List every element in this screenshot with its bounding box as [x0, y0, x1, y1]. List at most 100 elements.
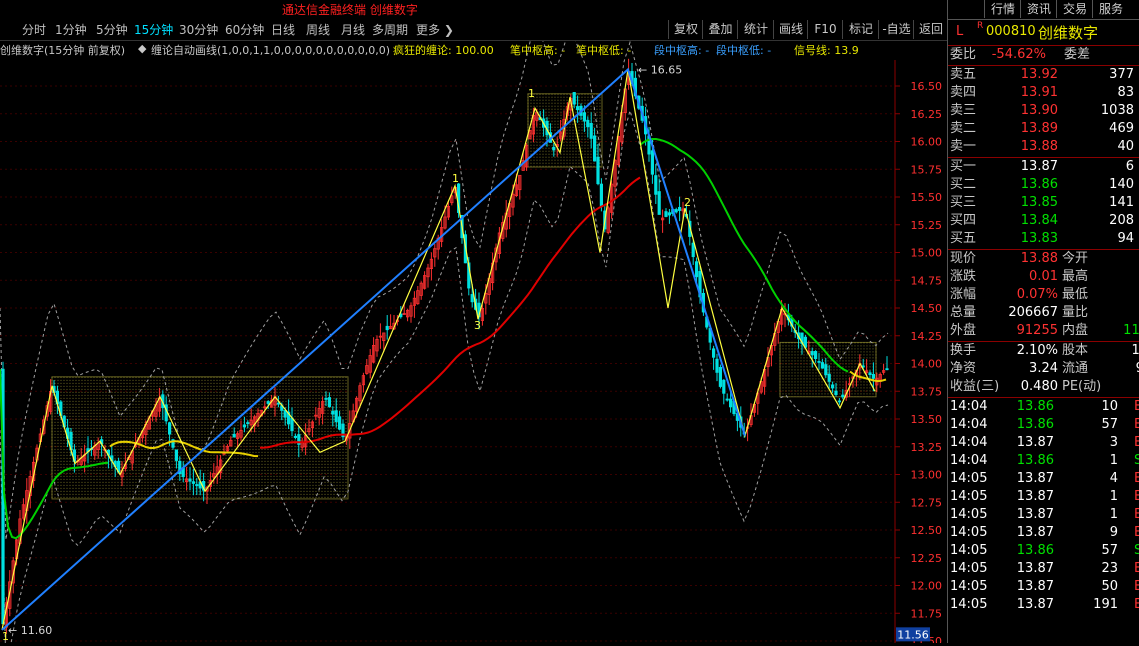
quote-nav-2[interactable]: 交易 [1056, 0, 1093, 18]
quote-nav-3[interactable]: 服务 [1092, 0, 1129, 18]
period-tab[interactable]: 15分钟 [134, 21, 173, 40]
period-tab[interactable]: 月线 [341, 21, 365, 40]
candle-body [167, 422, 172, 435]
sell-level: 卖三 13.90 1038 [948, 102, 1139, 120]
bi-stroke-line [1, 69, 876, 631]
stat-label-2: 量比 [1062, 305, 1089, 320]
candle-body [814, 351, 818, 360]
buy-price: 13.83 [1020, 231, 1058, 246]
toolbar-button[interactable]: 返回 [913, 20, 948, 39]
candle-body [841, 394, 845, 398]
candle-body [712, 348, 716, 358]
current-price-label: 11.56 [897, 628, 929, 641]
candle-body [722, 379, 726, 394]
period-tab[interactable]: 周线 [306, 21, 330, 40]
top-toolbar: 通达信金融终端 创维数字 分时 1分钟 5分钟 15分钟 30分钟 60分钟 日线 周线 月线多… [0, 0, 948, 41]
stock-name[interactable]: 创维数字 [1038, 22, 1098, 43]
tick-price: 13.87 [1016, 435, 1054, 450]
period-tab[interactable]: 5分钟 [96, 21, 128, 40]
tick-price: 13.87 [1016, 597, 1054, 612]
tick-volume: 57 [1101, 417, 1118, 432]
stat-value: 0.07% [1016, 287, 1058, 302]
candle-body [718, 366, 723, 387]
candle-body [246, 422, 250, 425]
sell-level: 卖四 13.91 83 [948, 84, 1139, 102]
sell-level: 卖二 13.89 469 [948, 120, 1139, 138]
tick-row: 14:04 13.86 1 S [948, 452, 1139, 470]
tick-time: 14:04 [950, 399, 988, 414]
stat-label: 现价 [950, 251, 977, 266]
axis-label: 15.00 [911, 247, 943, 260]
period-tab[interactable]: 日线 [271, 21, 295, 40]
toolbar-button[interactable]: -自选 [878, 20, 914, 39]
sell-label: 卖四 [950, 85, 977, 100]
tick-side: B [1134, 579, 1139, 594]
tick-price: 13.87 [1016, 471, 1054, 486]
fund-label-2: PE(动) [1062, 379, 1102, 394]
axis-label: 16.00 [911, 136, 943, 149]
stat-row: 涨幅0.07%最低1 [948, 286, 1139, 304]
axis-label: 14.75 [911, 274, 943, 287]
tick-row: 14:05 13.87 23 B [948, 560, 1139, 578]
candle-body [552, 146, 556, 151]
buy-level: 买五 13.83 94 [948, 230, 1139, 248]
candle-body [678, 207, 682, 211]
tick-side: S [1134, 453, 1139, 468]
candle-body [195, 484, 199, 487]
axis-label: 13.50 [911, 413, 943, 426]
candle-body [331, 410, 335, 415]
buy-price: 13.85 [1020, 195, 1058, 210]
sell-volume: 1038 [1100, 103, 1134, 118]
period-tab[interactable]: 1分钟 [55, 21, 87, 40]
toolbar-button[interactable]: 统计 [737, 20, 774, 39]
quote-nav-1[interactable]: 资讯 [1020, 0, 1057, 18]
axis-label: 13.75 [911, 385, 943, 398]
fund-value: 3.24 [1029, 361, 1058, 376]
period-tab[interactable]: 多周期 [372, 21, 408, 40]
fund-value: 0.480 [1020, 379, 1058, 394]
period-tab[interactable]: 更多 ❯ [416, 21, 454, 40]
toolbar-button[interactable]: F10 [807, 20, 843, 39]
fund-value-2: 9. [1136, 360, 1139, 378]
stat-value: 91255 [1016, 323, 1058, 338]
buy-volume: 140 [1109, 177, 1134, 192]
candle-body [327, 397, 332, 407]
tick-price: 13.87 [1016, 489, 1054, 504]
stat-label: 涨幅 [950, 287, 977, 302]
toolbar-button[interactable]: 叠加 [702, 20, 738, 39]
stat-label-2: 今开 [1062, 251, 1089, 266]
buy-volume: 208 [1109, 213, 1134, 228]
toolbar-button[interactable]: 复权 [668, 20, 703, 39]
axis-label: 12.75 [911, 496, 943, 509]
period-tab[interactable]: 分时 [22, 21, 46, 40]
quote-nav-0[interactable]: 行情 [984, 0, 1021, 18]
tick-volume: 50 [1101, 579, 1118, 594]
kline-chart[interactable]: 16.50 16.25 16.00 15.75 15.50 15.25 15.00 14.75… [0, 41, 947, 643]
tick-time: 14:05 [950, 561, 988, 576]
period-tab[interactable]: 30分钟 [179, 21, 218, 40]
tick-row: 14:05 13.87 191 B [948, 596, 1139, 614]
stat-label-2: 内盘 [1062, 323, 1089, 338]
tick-side: B [1134, 417, 1139, 432]
tick-side: B [1134, 525, 1139, 540]
candle-body [831, 384, 835, 389]
toolbar-button[interactable]: 画线 [773, 20, 808, 39]
axis-label: 16.50 [911, 80, 943, 93]
period-tab[interactable]: 60分钟 [225, 21, 264, 40]
stroke-index-label: 1 [2, 630, 9, 643]
candle-body [174, 449, 178, 461]
candle-body [654, 175, 658, 195]
candle-body [586, 119, 590, 128]
margin-icon: R [977, 21, 984, 31]
tick-price: 13.86 [1016, 453, 1054, 468]
price-axis: 16.50 16.25 16.00 15.75 15.50 15.25 15.00 14.75… [895, 80, 942, 643]
candle-body [589, 123, 593, 139]
tick-side: B [1134, 489, 1139, 504]
stock-code[interactable]: 000810 [986, 24, 1036, 39]
toolbar-button[interactable]: 标记 [842, 20, 879, 39]
tick-time: 14:05 [950, 471, 988, 486]
tick-time: 14:05 [950, 543, 988, 558]
tick-side: B [1134, 399, 1139, 414]
tick-volume: 10 [1101, 399, 1118, 414]
candle-body [242, 424, 246, 428]
